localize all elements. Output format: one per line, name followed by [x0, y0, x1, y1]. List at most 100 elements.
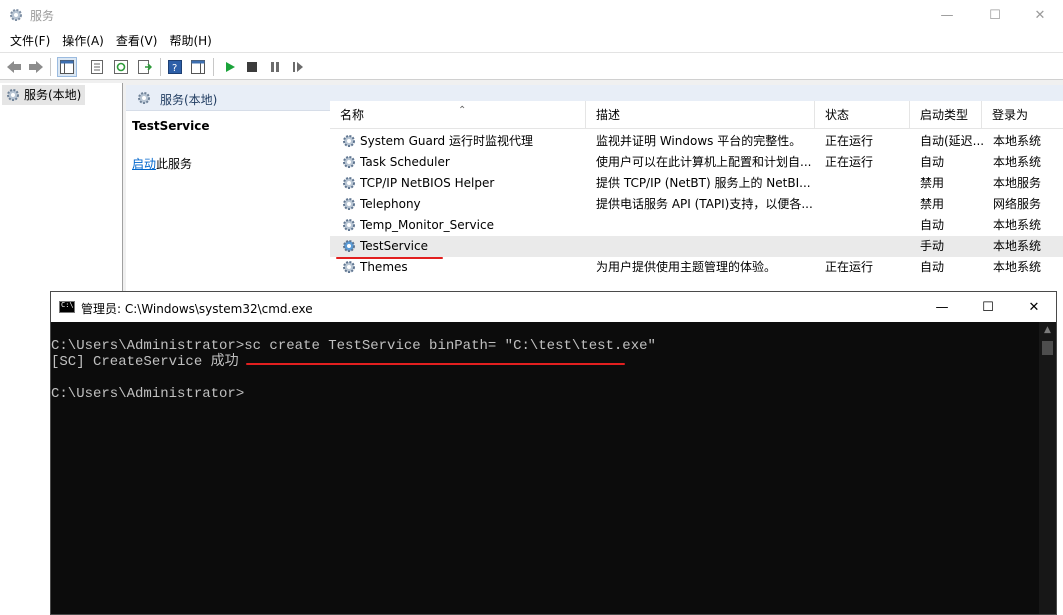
- start-service-suffix: 此服务: [156, 157, 193, 171]
- stop-service-button[interactable]: [242, 57, 262, 77]
- cmd-window: 管理员: C:\Windows\system32\cmd.exe — ☐ ✕ C…: [50, 291, 1057, 615]
- service-cell-status: 正在运行: [825, 134, 874, 148]
- maximize-button[interactable]: ☐: [972, 0, 1018, 30]
- console-scrollbar[interactable]: ▲: [1039, 322, 1056, 614]
- service-cell-desc: 为用户提供使用主题管理的体验。: [596, 260, 777, 274]
- service-cell-status: 正在运行: [825, 155, 874, 169]
- column-header-label: 描述: [596, 108, 621, 122]
- restart-service-button[interactable]: [288, 57, 308, 77]
- service-cell-desc: 监视并证明 Windows 平台的完整性。: [596, 134, 802, 148]
- gear-icon: [343, 135, 355, 147]
- column-header-label: 启动类型: [920, 108, 969, 122]
- service-cell-desc: 提供电话服务 API (TAPI)支持，以便各...: [596, 197, 813, 211]
- service-cell-startup: 禁用: [920, 176, 945, 190]
- sort-ascending-icon: ⌃: [458, 105, 467, 116]
- service-row[interactable]: Telephony 提供电话服务 API (TAPI)支持，以便各... 禁用 网络服…: [330, 194, 1063, 215]
- service-cell-logon: 本地系统: [993, 260, 1042, 274]
- toolbar: ?: [0, 52, 1063, 80]
- menu-view[interactable]: 查看(V): [110, 30, 164, 52]
- service-cell-desc: 使用户可以在此计算机上配置和计划自...: [596, 155, 812, 169]
- pane-header-title: 服务(本地): [160, 93, 218, 107]
- service-cell-logon: 本地系统: [993, 155, 1042, 169]
- gear-icon: [343, 156, 355, 168]
- menu-help[interactable]: 帮助(H): [163, 30, 217, 52]
- show-hide-console-tree-button[interactable]: [57, 57, 77, 77]
- service-cell-name: System Guard 运行时监视代理: [360, 134, 533, 148]
- service-cell-status: [825, 236, 915, 257]
- console-line: C:\Users\Administrator>sc create TestSer…: [51, 338, 656, 354]
- service-cell-status: [825, 194, 915, 215]
- cmd-maximize-button[interactable]: ☐: [965, 292, 1011, 322]
- close-button[interactable]: ✕: [1017, 0, 1063, 30]
- annotation-underline: [246, 363, 625, 365]
- service-cell-startup: 自动: [920, 260, 945, 274]
- export-list-button[interactable]: [135, 57, 155, 77]
- stop-icon: [247, 62, 257, 72]
- service-row[interactable]: TestService 手动 本地系统: [330, 236, 1063, 257]
- column-header-name[interactable]: 名称 ⌃: [330, 101, 586, 129]
- pause-service-button[interactable]: [265, 57, 285, 77]
- tree-item-label: 服务(本地): [24, 88, 82, 102]
- service-cell-startup: 禁用: [920, 197, 945, 211]
- annotation-underline: [336, 257, 443, 259]
- column-header-startup-type[interactable]: 启动类型: [910, 101, 982, 129]
- scrollbar-thumb[interactable]: [1042, 341, 1053, 355]
- service-row[interactable]: Task Scheduler 使用户可以在此计算机上配置和计划自... 正在运行 自动…: [330, 152, 1063, 173]
- refresh-icon: [114, 60, 128, 74]
- menubar: 文件(F) 操作(A) 查看(V) 帮助(H): [0, 30, 1063, 52]
- service-cell-name: TCP/IP NetBIOS Helper: [360, 176, 495, 190]
- column-header-label: 登录为: [992, 108, 1029, 122]
- column-header-log-on-as[interactable]: 登录为: [982, 101, 1063, 129]
- export-icon: [138, 60, 152, 74]
- list-header: 名称 ⌃ 描述 状态 启动类型 登录为: [330, 101, 1063, 129]
- pause-icon: [271, 62, 279, 72]
- start-service-link[interactable]: 启动: [132, 157, 156, 171]
- console-tree-icon: [60, 60, 74, 74]
- show-action-pane-button[interactable]: [188, 57, 208, 77]
- tree-item-services-local[interactable]: 服务(本地): [2, 85, 86, 105]
- service-cell-name: TestService: [360, 239, 428, 253]
- toolbar-separator: [213, 58, 214, 76]
- service-row[interactable]: Themes 为用户提供使用主题管理的体验。 正在运行 自动 本地系统: [330, 257, 1063, 278]
- back-button[interactable]: [4, 57, 24, 77]
- column-header-status[interactable]: 状态: [815, 101, 910, 129]
- service-cell-startup: 自动: [920, 155, 945, 169]
- console-line: [SC] CreateService 成功: [51, 354, 239, 370]
- service-cell-desc: 提供 TCP/IP (NetBT) 服务上的 NetBI...: [596, 176, 811, 190]
- cmd-titlebar: 管理员: C:\Windows\system32\cmd.exe — ☐ ✕: [51, 292, 1056, 322]
- service-cell-logon: 网络服务: [993, 197, 1042, 211]
- window-title: 服务: [30, 9, 55, 23]
- service-cell-startup: 自动(延迟...: [920, 134, 985, 148]
- console-output[interactable]: C:\Users\Administrator>sc create TestSer…: [51, 322, 1039, 614]
- cmd-window-title: 管理员: C:\Windows\system32\cmd.exe: [81, 302, 313, 316]
- service-row[interactable]: Temp_Monitor_Service 自动 本地系统: [330, 215, 1063, 236]
- menu-action[interactable]: 操作(A): [56, 30, 110, 52]
- column-header-description[interactable]: 描述: [586, 101, 815, 129]
- cmd-close-button[interactable]: ✕: [1011, 292, 1057, 322]
- forward-button[interactable]: [26, 57, 46, 77]
- service-row[interactable]: TCP/IP NetBIOS Helper 提供 TCP/IP (NetBT) 服…: [330, 173, 1063, 194]
- gear-icon: [343, 240, 355, 252]
- gear-icon: [343, 177, 355, 189]
- column-header-label: 名称: [340, 108, 365, 122]
- selected-service-name: TestService: [132, 119, 210, 133]
- cmd-minimize-button[interactable]: —: [919, 292, 965, 322]
- service-row[interactable]: System Guard 运行时监视代理 监视并证明 Windows 平台的完整性…: [330, 131, 1063, 152]
- service-cell-logon: 本地系统: [993, 218, 1042, 232]
- menu-file[interactable]: 文件(F): [4, 30, 56, 52]
- scroll-up-icon[interactable]: ▲: [1039, 322, 1056, 339]
- service-cell-startup: 手动: [920, 239, 945, 253]
- toolbar-separator: [50, 58, 51, 76]
- console-icon: [59, 301, 75, 313]
- gear-icon: [138, 92, 150, 104]
- gear-icon: [343, 219, 355, 231]
- help-button[interactable]: ?: [165, 57, 185, 77]
- start-service-button[interactable]: [220, 57, 240, 77]
- minimize-button[interactable]: —: [924, 0, 970, 30]
- help-icon: ?: [168, 60, 182, 74]
- resume-icon: [293, 62, 303, 72]
- properties-button[interactable]: [87, 57, 107, 77]
- refresh-button[interactable]: [111, 57, 131, 77]
- svg-text:?: ?: [172, 63, 177, 74]
